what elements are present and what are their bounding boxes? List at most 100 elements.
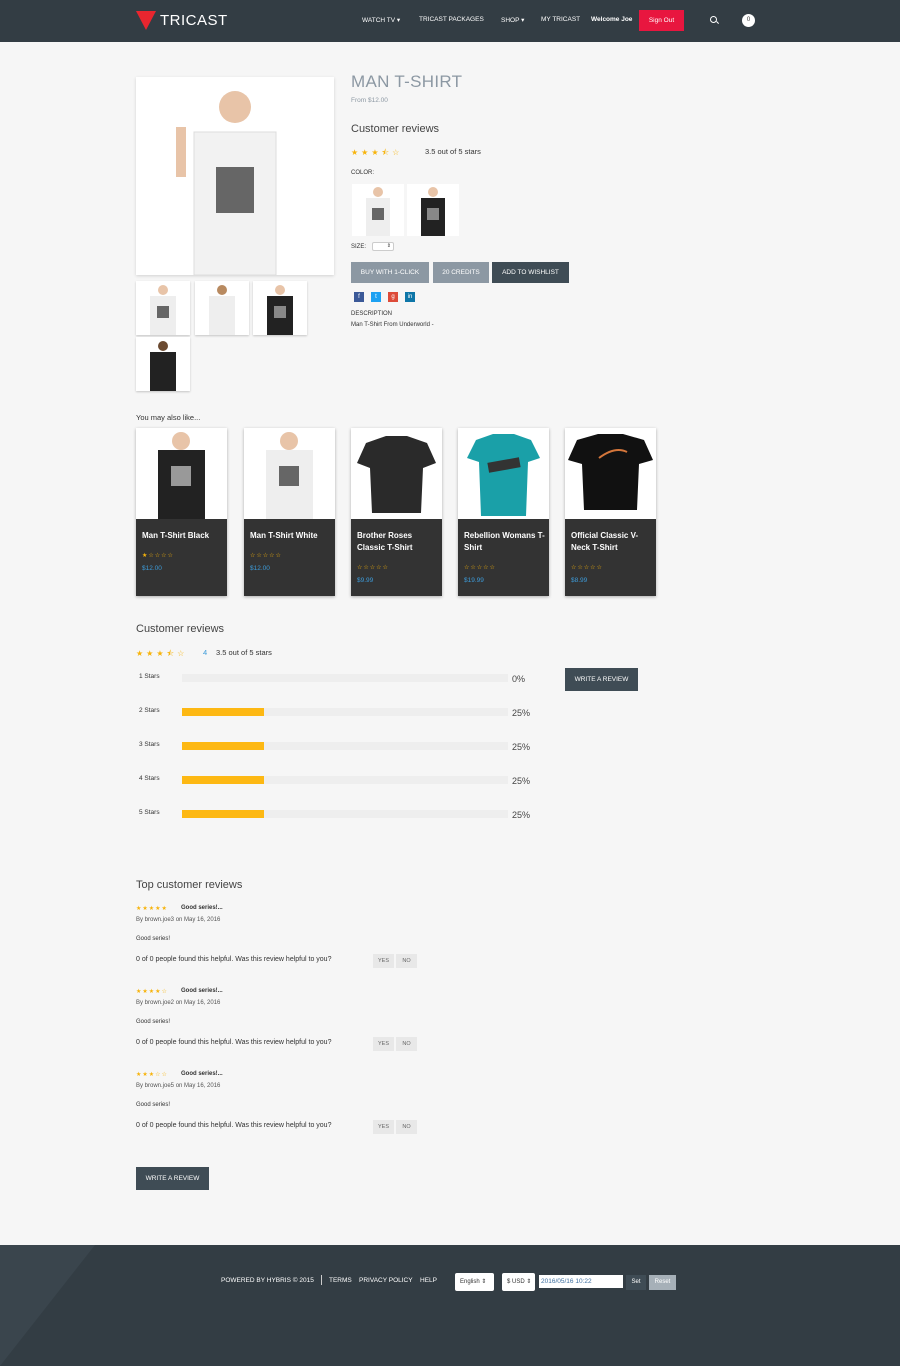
product-card[interactable]: Man T-Shirt White ☆☆☆☆☆ $12.00	[244, 428, 335, 596]
review-stars: ★★★☆☆	[136, 1072, 168, 1078]
no-button[interactable]: NO	[396, 1037, 417, 1051]
sign-out-button[interactable]: Sign Out	[639, 10, 684, 31]
product-card-price: $9.99	[357, 577, 374, 584]
yes-button[interactable]: YES	[373, 954, 394, 968]
nav-watch-tv[interactable]: WATCH TV ▾	[362, 16, 400, 24]
helpful-text: 0 of 0 people found this helpful. Was th…	[136, 1039, 332, 1046]
description-text: Man T-Shirt From Underworld -	[351, 322, 434, 328]
cart-icon[interactable]: 0	[742, 14, 755, 27]
help-link[interactable]: HELP	[420, 1277, 437, 1284]
product-card-name: Brother Roses Classic T-Shirt	[357, 531, 413, 552]
logo-icon	[136, 11, 156, 30]
tshirt-image	[176, 91, 277, 275]
add-to-wishlist-button[interactable]: ADD TO WISHLIST	[492, 262, 569, 283]
set-button[interactable]: Set	[626, 1275, 646, 1290]
review-stars: ★★★★★	[136, 906, 168, 912]
rating-bar-fill	[182, 776, 264, 784]
write-review-button[interactable]: WRITE A REVIEW	[565, 668, 638, 691]
credits-button[interactable]: 20 CREDITS	[433, 262, 489, 283]
datetime-input[interactable]: 2016/05/16 10:22	[539, 1275, 623, 1288]
review-author: By brown.joe2 on May 16, 2016	[136, 1000, 221, 1006]
customer-reviews-heading: Customer reviews	[136, 623, 225, 635]
rating-bar	[182, 674, 508, 682]
yes-button[interactable]: YES	[373, 1037, 394, 1051]
yes-button[interactable]: YES	[373, 1120, 394, 1134]
rating-stars: ★★★⯪☆	[351, 148, 403, 157]
summary-rating-text: 3.5 out of 5 stars	[216, 648, 272, 657]
helpful-text: 0 of 0 people found this helpful. Was th…	[136, 956, 332, 963]
rating-bar	[182, 776, 508, 784]
thumbnail-4[interactable]	[136, 337, 190, 391]
bar-percent: 0%	[512, 674, 526, 684]
bar-label: 4 Stars	[139, 775, 160, 782]
rating-bar-fill	[182, 742, 264, 750]
product-main-image	[136, 77, 334, 275]
twitter-icon[interactable]: t	[371, 292, 381, 302]
bar-percent: 25%	[512, 742, 531, 752]
terms-link[interactable]: TERMS	[329, 1277, 352, 1284]
search-icon[interactable]	[710, 16, 717, 23]
rating-bar	[182, 708, 508, 716]
review-body: Good series!	[136, 1102, 171, 1108]
product-card-name: Man T-Shirt Black	[142, 531, 210, 540]
reset-button[interactable]: Reset	[649, 1275, 676, 1290]
bar-label: 3 Stars	[139, 741, 160, 748]
rating-bar	[182, 742, 508, 750]
top-header: TRICAST WATCH TV ▾ TRICAST PACKAGES SHOP…	[0, 0, 900, 42]
review-author: By brown.joe5 on May 16, 2016	[136, 1083, 221, 1089]
no-button[interactable]: NO	[396, 954, 417, 968]
product-card[interactable]: Brother Roses Classic T-Shirt ☆☆☆☆☆ $9.9…	[351, 428, 442, 596]
color-swatch-white[interactable]	[352, 184, 404, 236]
size-select[interactable]: ⇕	[372, 242, 394, 251]
product-card-name: Official Classic V-Neck T-Shirt	[571, 531, 639, 552]
review-title: Good series!...	[181, 905, 223, 911]
language-select[interactable]: English ⇕	[455, 1273, 494, 1291]
helpful-text: 0 of 0 people found this helpful. Was th…	[136, 1122, 332, 1129]
footer-divider	[321, 1275, 322, 1285]
product-card-stars: ☆☆☆☆☆	[250, 553, 282, 559]
footer: POWERED BY HYBRIS © 2015 TERMS PRIVACY P…	[0, 1245, 900, 1366]
product-card-stars: ☆☆☆☆☆	[571, 565, 603, 571]
product-card-price: $8.99	[571, 577, 588, 584]
product-price: From $12.00	[351, 97, 388, 104]
color-label: COLOR:	[351, 170, 375, 176]
welcome-text: Welcome Joe	[591, 16, 633, 23]
write-review-button-bottom[interactable]: WRITE A REVIEW	[136, 1167, 209, 1190]
facebook-icon[interactable]: f	[354, 292, 364, 302]
rating-bar	[182, 810, 508, 818]
review-body: Good series!	[136, 936, 171, 942]
privacy-link[interactable]: PRIVACY POLICY	[359, 1277, 413, 1284]
thumbnail-1[interactable]	[136, 281, 190, 335]
product-card[interactable]: Man T-Shirt Black ★☆☆☆☆ $12.00	[136, 428, 227, 596]
thumbnail-2[interactable]	[195, 281, 249, 335]
nav-my-tricast[interactable]: MY TRICAST	[541, 16, 580, 23]
no-button[interactable]: NO	[396, 1120, 417, 1134]
tricast-logo[interactable]: TRICAST	[136, 11, 228, 30]
summary-rating-stars: ★★★⯪☆	[136, 649, 188, 658]
nav-tricast-packages[interactable]: TRICAST PACKAGES	[419, 16, 484, 23]
bar-label: 1 Stars	[139, 673, 160, 680]
product-card-name: Man T-Shirt White	[250, 531, 318, 540]
product-card-price: $19.99	[464, 577, 484, 584]
product-card[interactable]: Official Classic V-Neck T-Shirt ☆☆☆☆☆ $8…	[565, 428, 656, 596]
bar-label: 5 Stars	[139, 809, 160, 816]
review-title: Good series!...	[181, 988, 223, 994]
google-plus-icon[interactable]: g	[388, 292, 398, 302]
top-reviews-heading: Top customer reviews	[136, 879, 243, 891]
product-card-stars: ☆☆☆☆☆	[357, 565, 389, 571]
linkedin-icon[interactable]: in	[405, 292, 415, 302]
product-card-price: $12.00	[142, 565, 162, 572]
bar-percent: 25%	[512, 708, 531, 718]
product-card[interactable]: Rebellion Womans T-Shirt ☆☆☆☆☆ $19.99	[458, 428, 549, 596]
review-count[interactable]: 4	[203, 648, 207, 657]
description-label: DESCRIPTION	[351, 311, 393, 317]
nav-shop[interactable]: SHOP ▾	[501, 16, 524, 24]
review-author: By brown.joe3 on May 16, 2016	[136, 917, 221, 923]
thumbnail-3[interactable]	[253, 281, 307, 335]
rating-text: 3.5 out of 5 stars	[425, 147, 481, 156]
currency-select[interactable]: $ USD ⇕	[502, 1273, 535, 1291]
color-swatch-black[interactable]	[407, 184, 459, 236]
review-body: Good series!	[136, 1019, 171, 1025]
buy-one-click-button[interactable]: BUY WITH 1-CLICK	[351, 262, 429, 283]
bar-percent: 25%	[512, 810, 531, 820]
